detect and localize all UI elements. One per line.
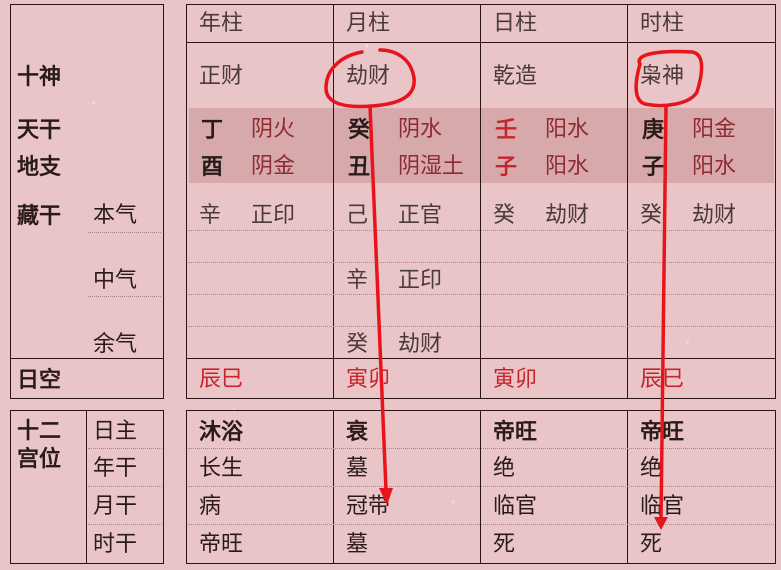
heavenly-stem: 癸	[348, 117, 371, 143]
earthly-branch: 子	[495, 154, 518, 180]
label-earthly-branch: 地支	[17, 154, 62, 180]
dotted-divider	[88, 448, 162, 449]
hidden-stem-god: 正官	[398, 203, 443, 228]
hidden-stem-god: 劫财	[545, 203, 590, 228]
col-divider	[333, 410, 334, 564]
hidden-stem: 癸	[346, 332, 369, 357]
pillar-header: 日柱	[493, 11, 538, 36]
hidden-stem-god: 正印	[251, 203, 296, 228]
heavenly-stem: 庚	[642, 117, 665, 143]
label-hidden-stems: 藏干	[17, 203, 62, 229]
col-divider	[480, 410, 481, 564]
col-divider	[480, 4, 481, 399]
palace-row-label: 时干	[93, 532, 138, 557]
heavenly-stem: 丁	[201, 117, 224, 143]
heavenly-stem: 壬	[495, 117, 518, 143]
dotted-divider	[188, 448, 774, 449]
label-palaces: 宫位	[17, 446, 62, 472]
void-branches: 寅卯	[346, 367, 391, 392]
void-branches: 辰巳	[640, 367, 685, 392]
col-divider	[627, 4, 628, 399]
hidden-stem: 癸	[640, 203, 663, 228]
stem-element: 阳金	[692, 117, 737, 142]
dotted-divider	[188, 524, 774, 525]
void-branches: 寅卯	[493, 367, 538, 392]
branch-element: 阳水	[692, 154, 737, 179]
pillar-header: 年柱	[199, 11, 244, 36]
stem-element: 阴水	[398, 117, 443, 142]
ten-god: 正财	[199, 64, 244, 89]
label-heavenly-stem: 天干	[17, 117, 62, 143]
stem-element: 阳水	[545, 117, 590, 142]
dotted-divider	[188, 230, 774, 231]
col-divider	[333, 4, 334, 399]
dotted-divider	[88, 524, 162, 525]
col-divider	[627, 410, 628, 564]
hidden-stem: 癸	[493, 203, 516, 228]
branch-element: 阳水	[545, 154, 590, 179]
label-twelve: 十二	[17, 418, 62, 444]
void-divider	[186, 358, 776, 359]
hidden-stem: 辛	[199, 203, 222, 228]
divider	[10, 358, 164, 359]
palace-row-label: 年干	[93, 456, 138, 481]
earthly-branch: 酉	[201, 154, 224, 180]
earthly-branch: 丑	[348, 154, 371, 180]
palace-row-label: 月干	[93, 494, 138, 519]
dotted-divider	[88, 296, 161, 297]
label-residual-qi: 余气	[93, 332, 138, 357]
hidden-stem: 己	[346, 203, 369, 228]
palace-row-label: 日主	[93, 419, 138, 444]
hidden-stem-god: 正印	[398, 268, 443, 293]
ten-god: 乾造	[493, 64, 538, 89]
ten-god: 枭神	[640, 64, 685, 89]
hidden-stem-god: 劫财	[398, 332, 443, 357]
pillar-header: 月柱	[346, 11, 391, 36]
ten-god: 劫财	[346, 64, 391, 89]
dotted-divider	[188, 294, 774, 295]
label-middle-qi: 中气	[93, 268, 138, 293]
branch-element: 阴湿土	[398, 154, 465, 179]
dotted-divider	[188, 326, 774, 327]
palace-table	[186, 410, 776, 564]
dotted-divider	[188, 262, 774, 263]
stem-element: 阴火	[251, 117, 296, 142]
label-main-qi: 本气	[93, 203, 138, 228]
divider	[86, 410, 87, 564]
hidden-stem-god: 劫财	[692, 203, 737, 228]
pillar-header: 时柱	[640, 11, 685, 36]
pillars-table	[186, 4, 776, 399]
hidden-stem: 辛	[346, 268, 369, 293]
label-ten-gods: 十神	[17, 64, 62, 90]
dotted-divider	[188, 486, 774, 487]
branch-element: 阴金	[251, 154, 296, 179]
dotted-divider	[88, 486, 162, 487]
void-branches: 辰巳	[199, 367, 244, 392]
dotted-divider	[88, 232, 161, 233]
earthly-branch: 子	[642, 154, 665, 180]
header-divider	[186, 42, 776, 43]
label-void: 日空	[17, 367, 62, 393]
